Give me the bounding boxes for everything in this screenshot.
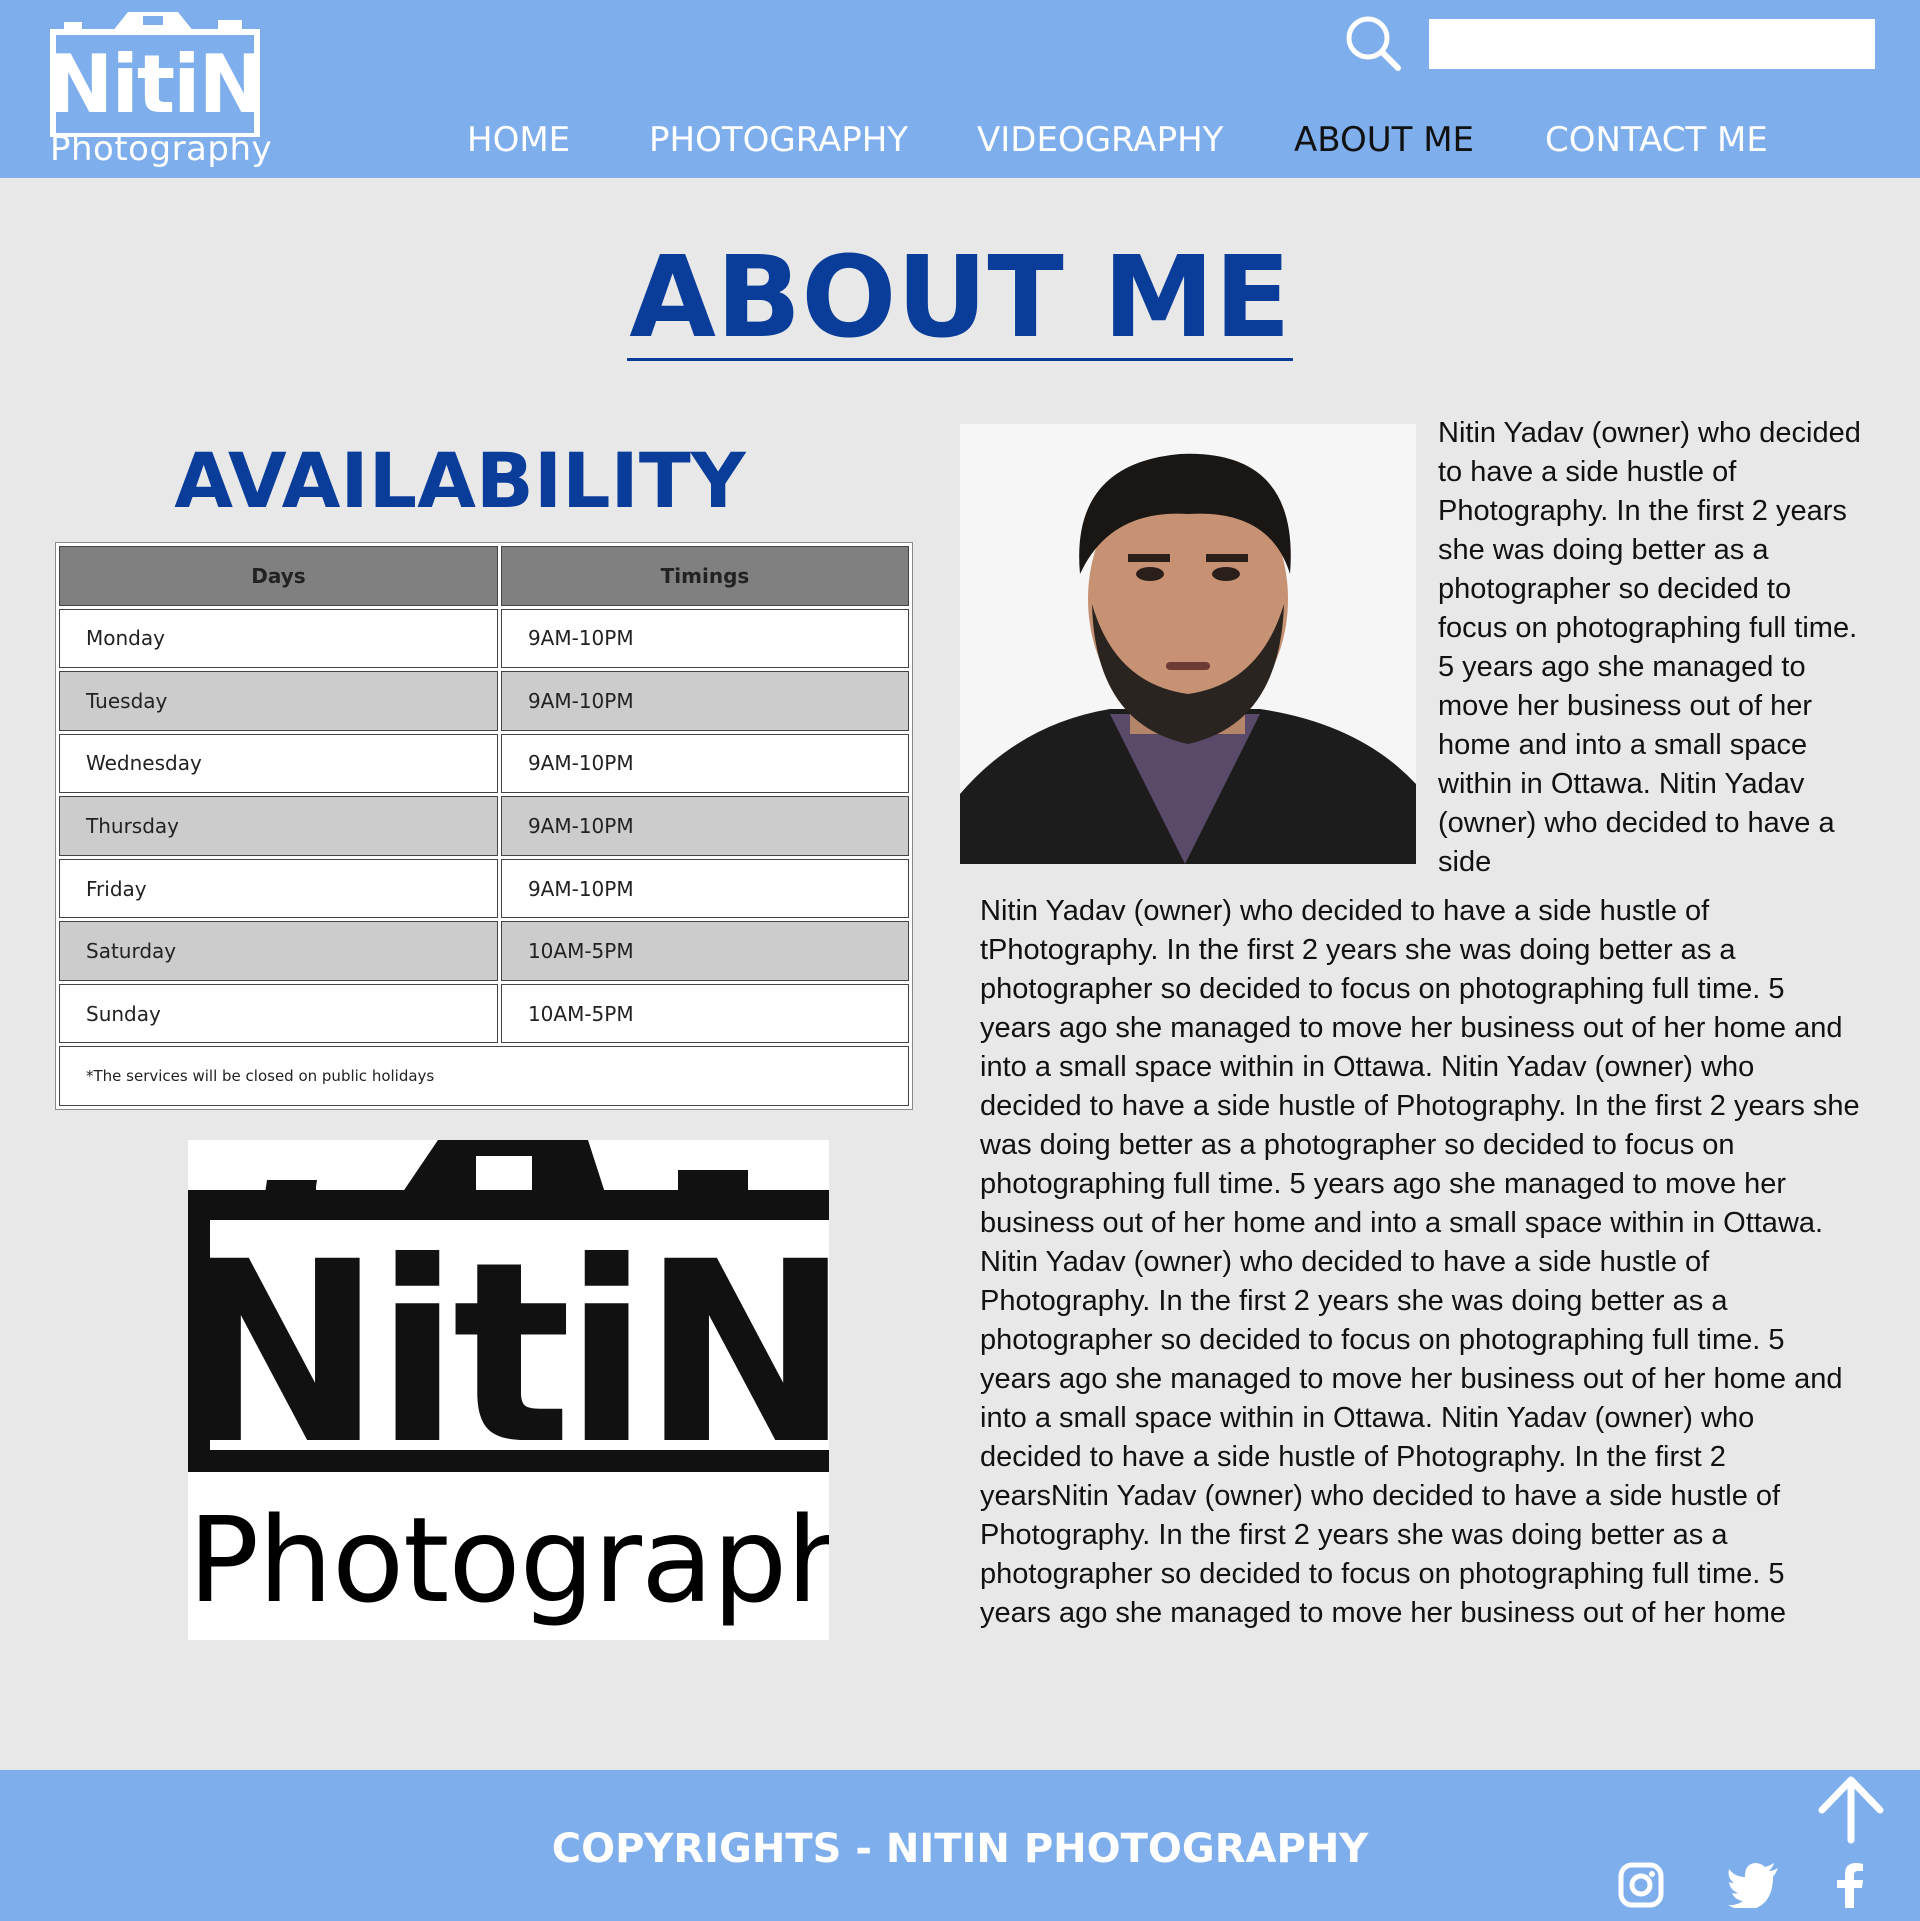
table-header-timings: Timings [500, 546, 909, 606]
table-row: Friday 9AM-10PM [59, 858, 909, 919]
timing-cell: 9AM-10PM [500, 733, 909, 794]
facebook-icon[interactable] [1832, 1862, 1866, 1908]
table-row: Thursday 9AM-10PM [59, 796, 909, 856]
table-row: Saturday 10AM-5PM [59, 921, 909, 981]
table-header-days: Days [59, 546, 498, 606]
timing-cell: 9AM-10PM [500, 608, 909, 669]
page-title: ABOUT ME [627, 233, 1293, 363]
availability-table: Days Timings Monday 9AM-10PM Tuesday 9AM… [55, 542, 913, 1110]
day-cell: Tuesday [59, 671, 498, 731]
day-cell: Monday [59, 608, 498, 669]
page-title-wrap: ABOUT ME [0, 233, 1920, 363]
holiday-note: *The services will be closed on public h… [59, 1046, 909, 1106]
timing-cell: 10AM-5PM [500, 921, 909, 981]
brand-logo-image: NitiN Photography [188, 1140, 829, 1640]
timing-cell: 10AM-5PM [500, 983, 909, 1044]
table-note-row: *The services will be closed on public h… [59, 1046, 909, 1106]
site-header: NitiN Photography HOME PHOTOGRAPHY VIDEO… [0, 0, 1920, 178]
owner-photo [960, 424, 1416, 864]
bio-main-text: Nitin Yadav (owner) who decided to have … [980, 895, 1860, 1629]
bio-side-text: Nitin Yadav (owner) who decided to have … [1438, 417, 1861, 878]
nav-photography[interactable]: PHOTOGRAPHY [649, 117, 908, 163]
timing-cell: 9AM-10PM [500, 671, 909, 731]
table-row: Wednesday 9AM-10PM [59, 733, 909, 794]
brand-logo-subtitle: Photography [188, 1491, 829, 1629]
day-cell: Thursday [59, 796, 498, 856]
camera-logo-icon: NitiN [188, 1140, 829, 1499]
search-input[interactable] [1429, 19, 1875, 69]
nav-about-me[interactable]: ABOUT ME [1294, 117, 1474, 163]
table-row: Sunday 10AM-5PM [59, 983, 909, 1044]
timing-cell: 9AM-10PM [500, 858, 909, 919]
day-cell: Sunday [59, 983, 498, 1044]
day-cell: Saturday [59, 921, 498, 981]
main-nav: HOME PHOTOGRAPHY VIDEOGRAPHY ABOUT ME CO… [0, 117, 1920, 163]
instagram-icon[interactable] [1618, 1862, 1664, 1908]
svg-text:NitiN: NitiN [188, 1208, 829, 1499]
availability-title: AVAILABILITY [174, 436, 746, 525]
day-cell: Wednesday [59, 733, 498, 794]
arrow-up-icon[interactable] [1818, 1774, 1884, 1844]
nav-contact-me[interactable]: CONTACT ME [1545, 117, 1768, 163]
twitter-icon[interactable] [1728, 1862, 1780, 1908]
day-cell: Friday [59, 858, 498, 919]
nav-videography[interactable]: VIDEOGRAPHY [977, 117, 1223, 163]
table-header-row: Days Timings [59, 546, 909, 606]
timing-cell: 9AM-10PM [500, 796, 909, 856]
table-row: Monday 9AM-10PM [59, 608, 909, 669]
portrait-image [960, 424, 1416, 864]
nav-home[interactable]: HOME [467, 117, 570, 163]
table-row: Tuesday 9AM-10PM [59, 671, 909, 731]
site-footer: COPYRIGHTS - NITIN PHOTOGRAPHY [0, 1770, 1920, 1921]
search-icon[interactable] [1344, 14, 1402, 72]
